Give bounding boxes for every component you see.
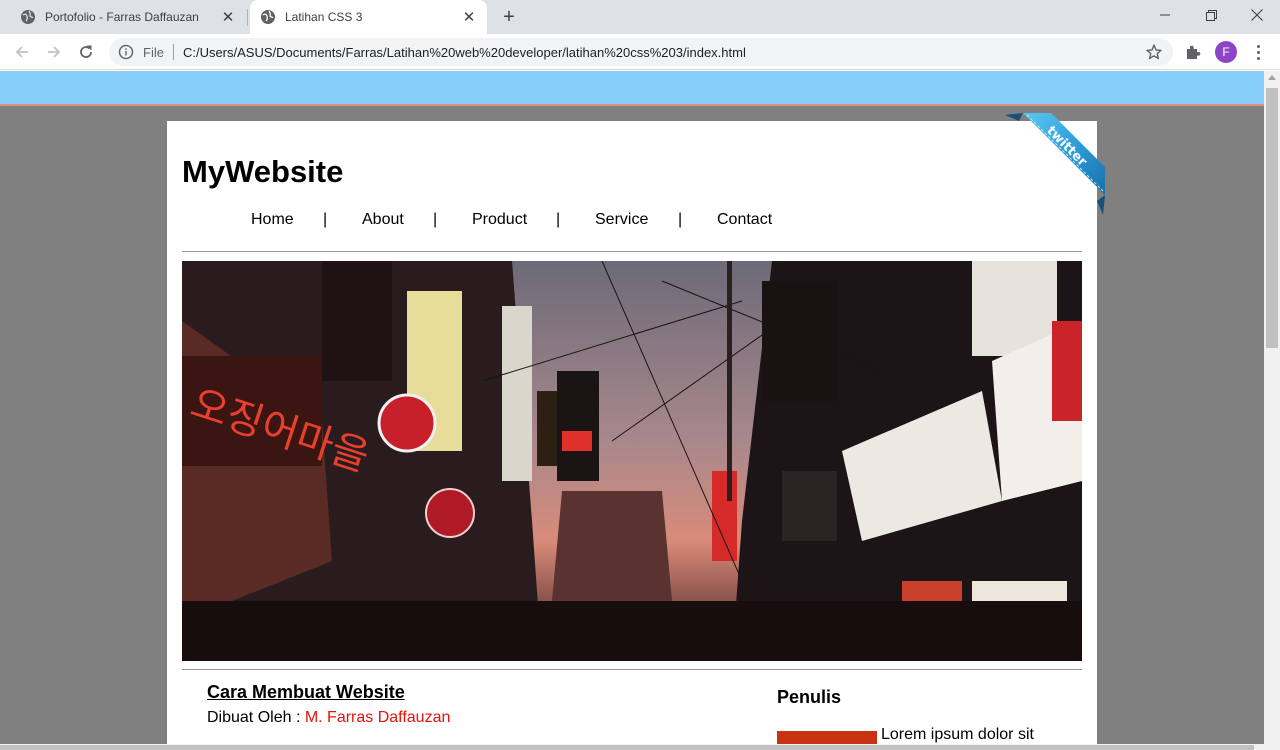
- nav-product[interactable]: Product: [472, 211, 527, 229]
- nav-contact[interactable]: Contact: [717, 211, 772, 229]
- close-tab-icon[interactable]: ✕: [461, 9, 477, 26]
- scrollbar-thumb[interactable]: [0, 745, 1254, 750]
- main-nav: Home | About | Product | Service | Conta…: [167, 211, 1097, 235]
- author-link[interactable]: M. Farras Daffauzan: [305, 709, 451, 726]
- scroll-up-icon[interactable]: [1268, 75, 1276, 80]
- sidebar-text: Lorem ipsum dolor sit: [881, 726, 1034, 743]
- info-icon[interactable]: [118, 44, 134, 60]
- url-text[interactable]: C:/Users/ASUS/Documents/Farras/Latihan%2…: [183, 45, 746, 60]
- tab-title: Latihan CSS 3: [285, 10, 363, 24]
- horizontal-scrollbar[interactable]: [0, 744, 1280, 750]
- nav-about[interactable]: About: [362, 211, 404, 229]
- extensions-puzzle-icon[interactable]: [1184, 43, 1202, 61]
- tab-title: Portofolio - Farras Daffauzan: [45, 10, 199, 24]
- vertical-scrollbar[interactable]: [1264, 71, 1280, 744]
- close-tab-icon[interactable]: ✕: [220, 9, 236, 26]
- tab-strip: Portofolio - Farras Daffauzan ✕ Latihan …: [0, 0, 1280, 34]
- globe-icon: [261, 10, 275, 24]
- nav-service[interactable]: Service: [595, 211, 648, 229]
- minimize-icon[interactable]: [1142, 0, 1188, 30]
- restore-icon[interactable]: [1188, 0, 1234, 30]
- address-divider: [172, 44, 174, 60]
- article-title[interactable]: Cara Membuat Website: [207, 682, 405, 703]
- tab-latihan-css[interactable]: Latihan CSS 3 ✕: [250, 0, 487, 34]
- tab-portofolio[interactable]: Portofolio - Farras Daffauzan ✕: [8, 0, 246, 34]
- bookmark-star-icon[interactable]: [1145, 43, 1163, 61]
- forward-arrow-icon[interactable]: [40, 38, 68, 66]
- back-arrow-icon[interactable]: [8, 38, 36, 66]
- sidebar-title: Penulis: [777, 687, 842, 707]
- hero-image: 오징어마을: [182, 261, 1082, 661]
- tab-separator: [247, 9, 248, 26]
- close-window-icon[interactable]: [1234, 0, 1280, 30]
- new-tab-icon[interactable]: +: [497, 5, 521, 29]
- site-title: MyWebsite: [182, 154, 344, 189]
- reload-icon[interactable]: [72, 38, 100, 66]
- top-band: [0, 71, 1264, 106]
- nav-separator: |: [678, 211, 683, 228]
- byline-prefix: Dibuat Oleh :: [207, 709, 305, 726]
- nav-separator: |: [556, 211, 561, 228]
- header-divider: [182, 251, 1082, 252]
- scheme-label: File: [143, 44, 164, 60]
- hero-divider: [182, 669, 1082, 670]
- article-byline: Dibuat Oleh : M. Farras Daffauzan: [207, 709, 450, 727]
- twitter-ribbon[interactable]: twitter: [1005, 113, 1105, 215]
- menu-kebab-icon[interactable]: [1250, 42, 1266, 62]
- address-bar[interactable]: File C:/Users/ASUS/Documents/Farras/Lati…: [109, 38, 1173, 66]
- profile-avatar[interactable]: F: [1215, 41, 1237, 63]
- author-photo: [777, 731, 877, 744]
- nav-separator: |: [323, 211, 328, 228]
- nav-home[interactable]: Home: [251, 211, 294, 229]
- nav-separator: |: [433, 211, 438, 228]
- browser-toolbar: File C:/Users/ASUS/Documents/Farras/Lati…: [0, 34, 1280, 70]
- globe-icon: [21, 10, 35, 24]
- page-container: MyWebsite Home | About | Product | Servi…: [167, 121, 1097, 744]
- scrollbar-thumb[interactable]: [1266, 88, 1278, 348]
